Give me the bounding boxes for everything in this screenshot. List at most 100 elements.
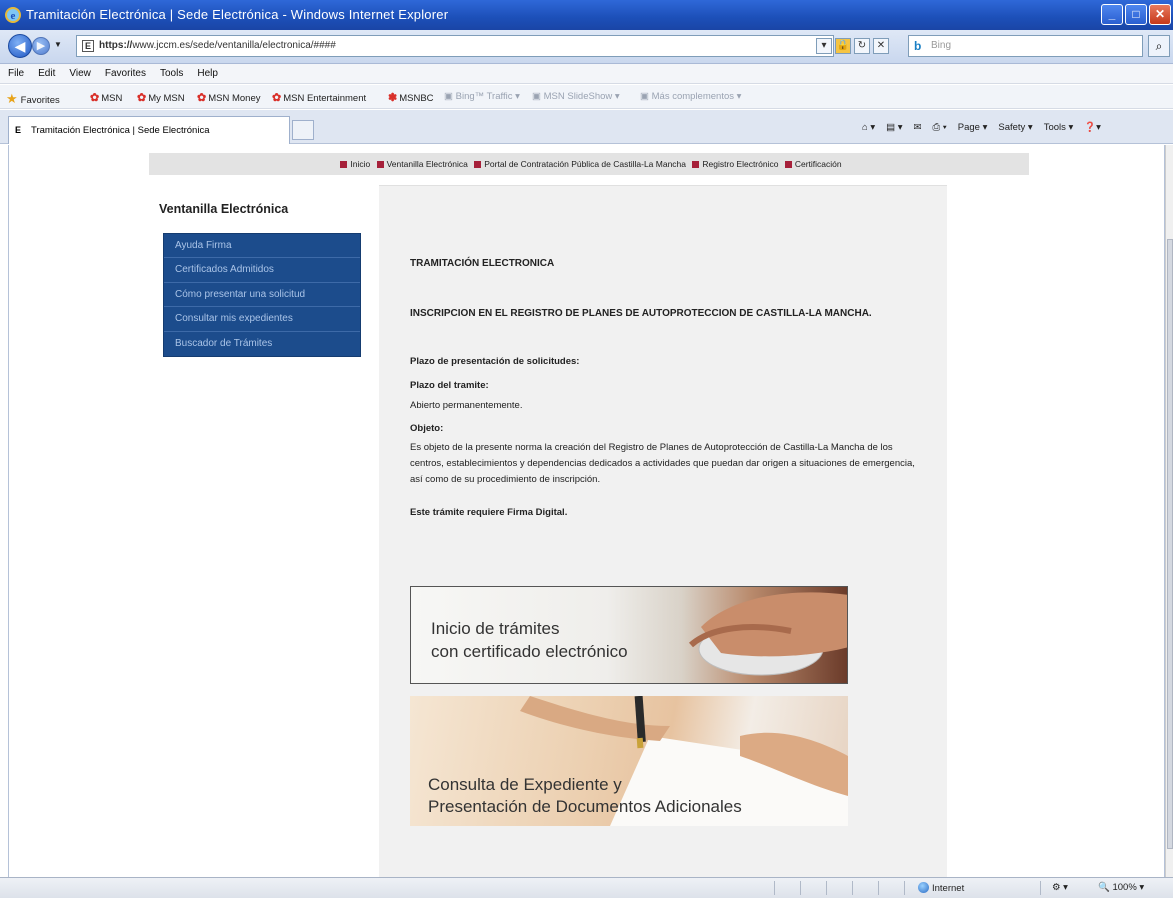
feeds-icon[interactable]: ▤ ▾ <box>886 122 902 133</box>
main-content: TRAMITACIÓN ELECTRONICA INSCRIPCION EN E… <box>379 185 947 877</box>
status-divider <box>852 881 853 895</box>
page-favicon-icon: E <box>15 125 22 135</box>
svg-text:e: e <box>11 10 16 22</box>
fav-my-msn-label: My MSN <box>148 93 185 104</box>
inicio-tramites-banner[interactable]: Inicio de trámites con certificado elect… <box>410 586 848 684</box>
fav-my-msn[interactable]: ✿ My MSN <box>137 91 185 104</box>
history-dropdown-icon[interactable]: ▼ <box>54 40 62 49</box>
safety-menu[interactable]: Safety ▾ <box>998 122 1032 133</box>
tab-tramitacion[interactable]: E Tramitación Electrónica | Sede Electró… <box>8 116 290 144</box>
sidebar-item-buscador[interactable]: Buscador de Trámites <box>164 332 360 356</box>
search-icon[interactable]: ⌕ <box>1148 35 1170 57</box>
favorites-label: Favorites <box>20 95 60 106</box>
firma-digital-note: Este trámite requiere Firma Digital. <box>410 507 568 518</box>
print-icon[interactable]: ⎙ ▾ <box>933 122 947 133</box>
stop-icon[interactable]: ✕ <box>873 38 889 54</box>
globe-icon <box>918 882 929 893</box>
page-menu[interactable]: Page ▾ <box>958 122 988 133</box>
vertical-scrollbar[interactable] <box>1165 145 1173 877</box>
scrollbar-thumb[interactable] <box>1167 239 1173 849</box>
topnav-portal-contratacion[interactable]: Portal de Contratación Pública de Castil… <box>484 159 686 169</box>
protected-mode-icon[interactable]: ⚙ ▾ <box>1052 882 1068 893</box>
webslice-icon: ▣ <box>444 91 456 102</box>
help-icon[interactable]: ❓▾ <box>1084 122 1101 133</box>
topnav-ventanilla[interactable]: Ventanilla Electrónica <box>387 159 468 169</box>
fav-msnbc[interactable]: ✽ MSNBC <box>388 91 434 104</box>
objeto-text: Es objeto de la presente norma la creaci… <box>410 442 915 485</box>
plazo-tramite-label: Plazo del tramite: <box>410 380 489 391</box>
security-zone[interactable]: Internet <box>918 882 964 894</box>
menu-help[interactable]: Help <box>197 68 218 83</box>
minimize-button[interactable]: _ <box>1101 4 1123 25</box>
back-button[interactable]: ◀ <box>8 34 32 58</box>
browser-window: e Tramitación Electrónica | Sede Electró… <box>0 0 1173 898</box>
topnav-inicio[interactable]: Inicio <box>350 159 370 169</box>
zoom-level[interactable]: 🔍 100% ▾ <box>1098 882 1144 893</box>
address-input[interactable]: E https://www.jccm.es/sede/ventanilla/el… <box>76 35 834 57</box>
bullet-icon <box>474 161 482 168</box>
banner2-line2: Presentación de Documentos Adicionales <box>428 797 742 816</box>
top-navigation: Inicio Ventanilla Electrónica Portal de … <box>149 153 1029 175</box>
tab-row: E Tramitación Electrónica | Sede Electró… <box>0 110 1173 144</box>
fav-msn-money-label: MSN Money <box>208 93 261 104</box>
tools-menu[interactable]: Tools ▾ <box>1044 122 1074 133</box>
msn-butterfly-icon: ✿ <box>272 92 282 104</box>
fav-msn-slideshow-label: MSN SlideShow ▾ <box>543 91 620 102</box>
fav-msnbc-label: MSNBC <box>399 93 434 104</box>
bullet-icon <box>376 161 384 168</box>
topnav-registro[interactable]: Registro Electrónico <box>702 159 778 169</box>
status-divider <box>878 881 879 895</box>
search-input[interactable]: b Bing <box>908 35 1143 57</box>
sidebar-title: Ventanilla Electrónica <box>159 202 289 216</box>
page-viewport: Inicio Ventanilla Electrónica Portal de … <box>8 145 1165 877</box>
fav-msn[interactable]: ✿ MSN <box>90 91 122 104</box>
msn-butterfly-icon: ✿ <box>197 92 207 104</box>
url-path: /sede/ventanilla/electronica/#### <box>190 40 336 51</box>
url-host: www.jccm.es <box>132 40 191 51</box>
read-mail-icon[interactable]: ✉ <box>914 122 922 133</box>
banner1-line1: Inicio de trámites <box>431 619 560 638</box>
refresh-icon[interactable]: ↻ <box>854 38 870 54</box>
address-dropdown-icon[interactable]: ▾ <box>816 38 832 54</box>
address-toolbar: ◀ ▶ ▼ E https://www.jccm.es/sede/ventani… <box>0 30 1173 64</box>
command-bar: ⌂ ▾ ▤ ▾ ✉ ⎙ ▾ Page ▾ Safety ▾ Tools ▾ ❓▾ <box>862 122 1101 133</box>
forward-button[interactable]: ▶ <box>32 37 50 55</box>
sidebar-menu: Ayuda Firma Certificados Admitidos Cómo … <box>163 233 361 357</box>
fav-msn-entertainment[interactable]: ✿ MSN Entertainment <box>272 91 366 104</box>
menu-edit[interactable]: Edit <box>38 68 55 83</box>
ie-logo-icon: e <box>5 7 21 23</box>
menu-favorites[interactable]: Favorites <box>105 68 146 83</box>
sidebar-item-consultar-expedientes[interactable]: Consultar mis expedientes <box>164 307 360 332</box>
fav-msn-money[interactable]: ✿ MSN Money <box>197 91 260 104</box>
status-divider <box>904 881 905 895</box>
title-bar: e Tramitación Electrónica | Sede Electró… <box>0 0 1173 30</box>
menu-file[interactable]: File <box>8 68 24 83</box>
fav-bing-traffic[interactable]: ▣ Bing™ Traffic ▾ <box>444 91 520 102</box>
favorites-star-icon: ★ <box>6 91 18 106</box>
new-tab-button[interactable] <box>292 120 314 140</box>
sidebar-item-como-presentar[interactable]: Cómo presentar una solicitud <box>164 283 360 308</box>
zoom-value: 100% <box>1112 882 1137 893</box>
home-icon[interactable]: ⌂ ▾ <box>862 122 875 133</box>
menu-tools[interactable]: Tools <box>160 68 183 83</box>
fav-mas-complementos[interactable]: ▣ Más complementos ▾ <box>640 91 741 102</box>
favorites-button[interactable]: ★ Favorites <box>6 91 60 107</box>
menu-bar: File Edit View Favorites Tools Help <box>0 64 1173 84</box>
consulta-expediente-banner[interactable]: Consulta de Expediente y Presentación de… <box>410 696 848 826</box>
bullet-icon <box>784 161 792 168</box>
close-window-button[interactable]: ✕ <box>1149 4 1171 25</box>
bullet-icon <box>340 161 348 168</box>
security-lock-icon[interactable]: 🔒 <box>835 38 851 54</box>
status-divider <box>800 881 801 895</box>
fav-msn-slideshow[interactable]: ▣ MSN SlideShow ▾ <box>532 91 620 102</box>
maximize-button[interactable]: □ <box>1125 4 1147 25</box>
fav-msn-entertainment-label: MSN Entertainment <box>283 93 367 104</box>
topnav-certificacion[interactable]: Certificación <box>795 159 842 169</box>
hand-mouse-image <box>688 592 847 676</box>
fav-bing-traffic-label: Bing™ Traffic ▾ <box>455 91 520 102</box>
menu-view[interactable]: View <box>69 68 91 83</box>
sidebar-item-certificados[interactable]: Certificados Admitidos <box>164 258 360 283</box>
tab-title: Tramitación Electrónica | Sede Electróni… <box>31 125 210 136</box>
magnifier-icon: 🔍 <box>1098 882 1113 893</box>
sidebar-item-ayuda-firma[interactable]: Ayuda Firma <box>164 234 360 259</box>
